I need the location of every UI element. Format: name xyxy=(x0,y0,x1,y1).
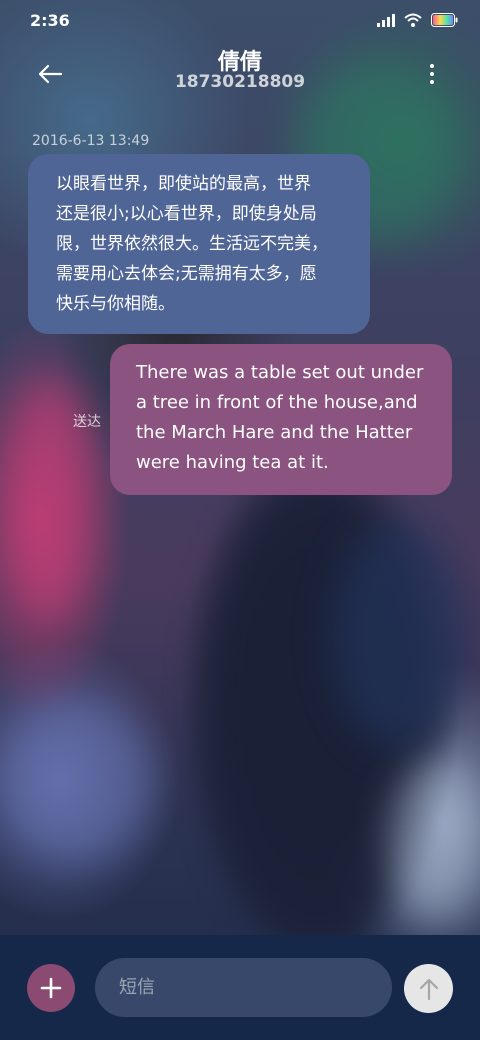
battery-icon xyxy=(431,13,458,27)
message-text: 以眼看世界，即使站的最高，世界 还是很小;以心看世界，即使身处局 限，世界依然很… xyxy=(56,174,328,314)
status-time: 2:36 xyxy=(30,11,70,30)
status-bar: 2:36 xyxy=(0,0,480,44)
plus-icon xyxy=(40,977,62,999)
delivery-status: 送达 xyxy=(73,414,101,430)
more-vertical-icon xyxy=(430,64,434,68)
send-button[interactable] xyxy=(404,964,453,1013)
incoming-message-bubble[interactable]: 以眼看世界，即使站的最高，世界 还是很小;以心看世界，即使身处局 限，世界依然很… xyxy=(28,154,370,334)
conversation-header: 倩倩 18730218809 xyxy=(0,44,480,124)
status-icons xyxy=(377,13,458,27)
contact-number: 18730218809 xyxy=(174,72,306,92)
add-attachment-button[interactable] xyxy=(27,964,75,1012)
arrow-up-icon xyxy=(419,978,438,1000)
message-input[interactable] xyxy=(95,958,392,1017)
more-options-button[interactable] xyxy=(420,56,444,92)
outgoing-message-bubble[interactable]: There was a table set out under a tree i… xyxy=(110,344,452,495)
wifi-icon xyxy=(404,13,422,27)
message-composer xyxy=(0,935,480,1040)
message-text: There was a table set out under a tree i… xyxy=(136,362,424,473)
signal-icon xyxy=(377,13,395,27)
message-timestamp: 2016-6-13 13:49 xyxy=(32,133,150,149)
